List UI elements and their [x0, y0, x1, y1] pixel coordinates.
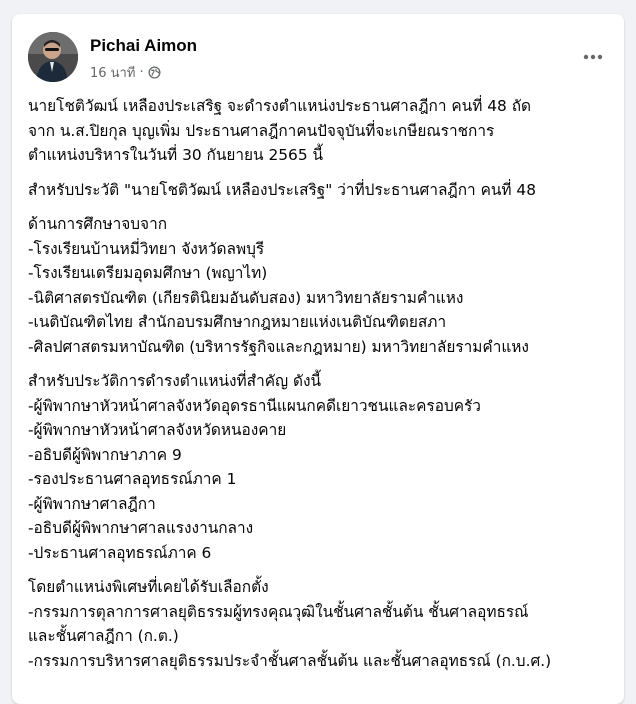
list-item: -ผู้พิพากษาหัวหน้าศาลจังหวัดอุดรธานีแผนก… [28, 396, 481, 415]
list-item: -ผู้พิพากษาหัวหน้าศาลจังหวัดหนองคาย [28, 421, 287, 439]
post-header: Pichai Aimon 16 นาที · [28, 32, 608, 82]
text-line: สำหรับประวัติ "นายโชติวัฒน์ เหลืองประเสร… [28, 180, 537, 199]
post-time[interactable]: 16 นาที [90, 62, 135, 83]
post-card: Pichai Aimon 16 นาที · นายโชติวัฒน์ เหลื… [12, 14, 624, 704]
list-item: -รองประธานศาลอุทธรณ์ภาค 1 [28, 470, 237, 488]
positions-paragraph: สำหรับประวัติการดำรงตำแหน่งที่สำคัญ ดังน… [28, 369, 610, 565]
text-line: นายโชติวัฒน์ เหลืองประเสริฐ จะดำรงตำแหน่… [28, 97, 532, 115]
text-line: โดยตำแหน่งพิเศษที่เคยได้รับเลือกตั้ง [28, 578, 269, 596]
list-item: -โรงเรียนเตรียมอุดมศึกษา (พญาไท) [28, 264, 268, 282]
post-body: นายโชติวัฒน์ เหลืองประเสริฐ จะดำรงตำแหน่… [28, 94, 610, 683]
list-item: และชั้นศาลฎีกา (ก.ต.) [28, 627, 179, 645]
list-item: -ประธานศาลอุทธรณ์ภาค 6 [28, 543, 212, 562]
list-item: -โรงเรียนบ้านหมี่วิทยา จังหวัดลพบุรี [28, 239, 265, 258]
author-name[interactable]: Pichai Aimon [90, 36, 197, 56]
intro-paragraph: นายโชติวัฒน์ เหลืองประเสริฐ จะดำรงตำแหน่… [28, 94, 610, 168]
text-line: สำหรับประวัติการดำรงตำแหน่งที่สำคัญ ดังน… [28, 372, 322, 390]
special-paragraph: โดยตำแหน่งพิเศษที่เคยได้รับเลือกตั้ง -กร… [28, 575, 610, 673]
bio-title-paragraph: สำหรับประวัติ "นายโชติวัฒน์ เหลืองประเสร… [28, 178, 610, 203]
education-paragraph: ด้านการศึกษาจบจาก -โรงเรียนบ้านหมี่วิทยา… [28, 212, 610, 359]
list-item: -เนติบัณฑิตไทย สำนักอบรมศึกษากฎหมายแห่งเ… [28, 313, 447, 331]
more-horizontal-icon[interactable] [578, 42, 608, 72]
list-item: -อธิบดีผู้พิพากษาศาลแรงงานกลาง [28, 519, 254, 537]
text-line: ตำแหน่งบริหารในวันที่ 30 กันยายน 2565 นี… [28, 146, 324, 164]
post-meta: 16 นาที · [90, 62, 161, 83]
globe-icon[interactable] [148, 66, 161, 79]
list-item: -นิติศาสตรบัณฑิต (เกียรตินิยมอันดับสอง) … [28, 288, 464, 307]
avatar[interactable] [28, 32, 78, 82]
list-item: -อธิบดีผู้พิพากษาภาค 9 [28, 445, 182, 464]
list-item: -ศิลปศาสตรมหาบัณฑิต (บริหารรัฐกิจและกฎหม… [28, 337, 529, 356]
list-item: -กรรมการบริหารศาลยุติธรรมประจำชั้นศาลชั้… [28, 651, 552, 670]
avatar-image [28, 32, 78, 82]
list-item: -ผู้พิพากษาศาลฎีกา [28, 494, 156, 513]
meta-separator: · [139, 65, 144, 80]
list-item: -กรรมการตุลาการศาลยุติธรรมผู้ทรงคุณวุฒิใ… [28, 602, 529, 621]
text-line: จาก น.ส.ปิยกุล บุญเพิ่ม ประธานศาลฎีกาคนป… [28, 121, 495, 140]
text-line: ด้านการศึกษาจบจาก [28, 215, 168, 233]
